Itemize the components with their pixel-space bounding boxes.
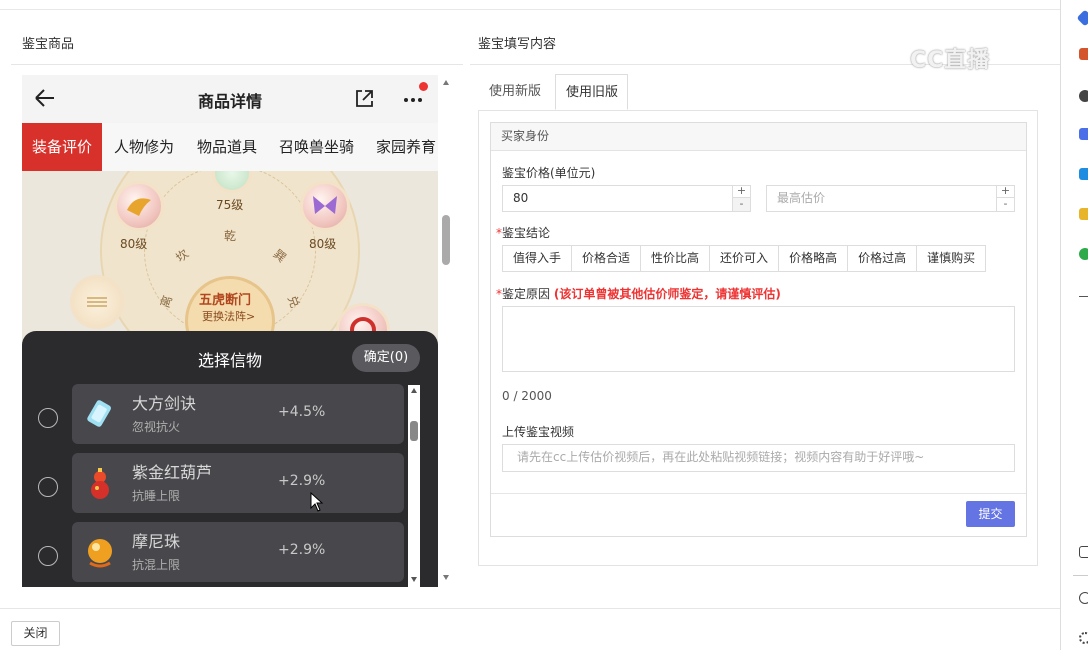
phone-preview: 商品详情 装备评价 人物修为 物品道具 召唤兽坐骑 家园养育 五虎断门 更换法阵…	[22, 75, 438, 587]
item-radio[interactable]	[38, 546, 58, 566]
side-divider	[1073, 575, 1088, 576]
phone-tab-character[interactable]: 人物修为	[114, 123, 174, 171]
preview-scrollbar[interactable]	[440, 75, 452, 587]
select-token-sheet: 选择信物 确定(0) 大方剑诀 忽视抗火 +4.5% 紫金红葫芦 抗睡上限 +2…	[22, 331, 438, 587]
reason-warning: (该订单曾被其他估价师鉴定，请谨慎评估)	[553, 287, 781, 301]
item-name: 摩尼珠	[132, 532, 181, 551]
mouse-cursor-icon	[310, 492, 324, 512]
item-bonus: +2.9%	[278, 473, 326, 489]
close-button[interactable]: 关闭	[11, 621, 60, 646]
list-item[interactable]: 紫金红葫芦 抗睡上限 +2.9%	[72, 453, 404, 513]
gem-empty-left[interactable]	[70, 275, 124, 329]
footer-divider	[0, 608, 1060, 609]
side-divider	[1079, 296, 1088, 297]
phone-header: 商品详情	[22, 75, 438, 123]
phone-tabs: 装备评价 人物修为 物品道具 召唤兽坐骑 家园养育	[22, 123, 438, 171]
side-toolbar	[1060, 0, 1088, 650]
item-radio[interactable]	[38, 408, 58, 428]
gourd-icon	[91, 468, 109, 499]
side-tool-icon[interactable]	[1079, 168, 1088, 180]
level-top: 75级	[216, 198, 244, 212]
tab-old-version[interactable]: 使用旧版	[555, 74, 628, 110]
gear-icon[interactable]	[1079, 632, 1088, 644]
tab-new-version[interactable]: 使用新版	[478, 74, 552, 110]
side-tool-icon[interactable]	[1079, 546, 1088, 558]
conclusion-option-worth-buying[interactable]: 值得入手	[503, 246, 573, 271]
side-tool-icon[interactable]	[1076, 9, 1088, 27]
reason-label-row: *鉴定原因 (该订单曾被其他估价师鉴定，请谨慎评估)	[496, 287, 781, 301]
reason-label: 鉴定原因	[502, 287, 551, 301]
item-name: 大方剑诀	[132, 394, 197, 413]
conclusion-option-too-high[interactable]: 价格过高	[848, 246, 918, 271]
price-input[interactable]: 80	[502, 185, 751, 212]
video-label: 上传鉴宝视频	[502, 425, 575, 439]
formation-board: 五虎断门 更换法阵> 75级 80级 80级 乾 巽 坎 兑 离	[22, 171, 438, 341]
conclusion-option-fair-price[interactable]: 价格合适	[572, 246, 642, 271]
level-left: 80级	[120, 237, 148, 251]
right-panel-title: 鉴宝填写内容	[478, 37, 557, 52]
item-name: 紫金红葫芦	[132, 463, 213, 482]
price-stepper[interactable]: + -	[732, 185, 750, 212]
formation-name: 五虎断门	[199, 293, 252, 308]
item-attribute: 忽视抗火	[132, 420, 181, 434]
conclusion-options: 值得入手 价格合适 性价比高 还价可入 价格略高 价格过高 谨慎购买	[502, 245, 987, 272]
list-item[interactable]: 大方剑诀 忽视抗火 +4.5%	[72, 384, 404, 444]
card-title: 买家身份	[491, 123, 1026, 151]
item-attribute: 抗混上限	[132, 558, 181, 572]
phone-tab-items[interactable]: 物品道具	[197, 123, 257, 171]
sheet-confirm-button[interactable]: 确定(0)	[352, 344, 420, 372]
char-count: 0 / 2000	[502, 389, 552, 403]
price-label: 鉴宝价格(单位元)	[502, 166, 596, 180]
phone-tab-summons[interactable]: 召唤兽坐骑	[279, 123, 354, 171]
gem-right[interactable]	[300, 181, 350, 231]
sword-scroll-icon	[87, 400, 111, 427]
item-bonus: +2.9%	[278, 542, 326, 558]
side-tool-icon[interactable]	[1079, 248, 1088, 260]
left-panel-title: 鉴宝商品	[22, 37, 75, 52]
conclusion-option-cautious[interactable]: 谨慎购买	[917, 246, 985, 271]
conclusion-option-slightly-high[interactable]: 价格略高	[779, 246, 849, 271]
phone-tab-home[interactable]: 家园养育	[376, 123, 436, 171]
sheet-scrollbar[interactable]	[408, 385, 420, 587]
conclusion-option-bargain[interactable]: 还价可入	[710, 246, 780, 271]
top-bar	[0, 0, 1060, 10]
submit-button[interactable]: 提交	[966, 501, 1015, 527]
glyph-qian: 乾	[224, 229, 237, 243]
video-link-input[interactable]: 请先在cc上传估价视频后，再在此处粘贴视频链接；视频内容有助于好评哦~	[502, 444, 1015, 472]
reason-textarea[interactable]	[502, 306, 1015, 372]
side-tool-icon[interactable]	[1079, 592, 1088, 604]
share-icon[interactable]	[352, 87, 376, 111]
conclusion-option-good-value[interactable]: 性价比高	[641, 246, 711, 271]
item-attribute: 抗睡上限	[132, 489, 181, 503]
pearl-icon	[88, 539, 112, 568]
cc-watermark: CC直播	[910, 48, 991, 73]
side-tool-icon[interactable]	[1079, 48, 1088, 60]
phone-tab-equipment[interactable]: 装备评价	[22, 123, 103, 171]
card-footer-divider	[491, 493, 1026, 494]
max-price-input[interactable]: 最高估价	[766, 185, 1015, 212]
side-tool-icon[interactable]	[1079, 90, 1088, 102]
side-tool-icon[interactable]	[1079, 128, 1088, 140]
side-tool-icon[interactable]	[1079, 208, 1088, 220]
max-price-stepper[interactable]: + -	[996, 185, 1014, 212]
level-right: 80级	[309, 237, 337, 251]
item-radio[interactable]	[38, 477, 58, 497]
change-formation-link[interactable]: 更换法阵>	[202, 308, 255, 324]
conclusion-label: 鉴宝结论	[502, 226, 551, 240]
gem-left[interactable]	[114, 181, 164, 231]
item-bonus: +4.5%	[278, 404, 326, 420]
list-item[interactable]: 摩尼珠 抗混上限 +2.9%	[72, 522, 404, 582]
conclusion-label-row: *鉴宝结论	[496, 226, 551, 240]
notification-dot	[419, 82, 428, 91]
left-divider	[11, 64, 463, 65]
